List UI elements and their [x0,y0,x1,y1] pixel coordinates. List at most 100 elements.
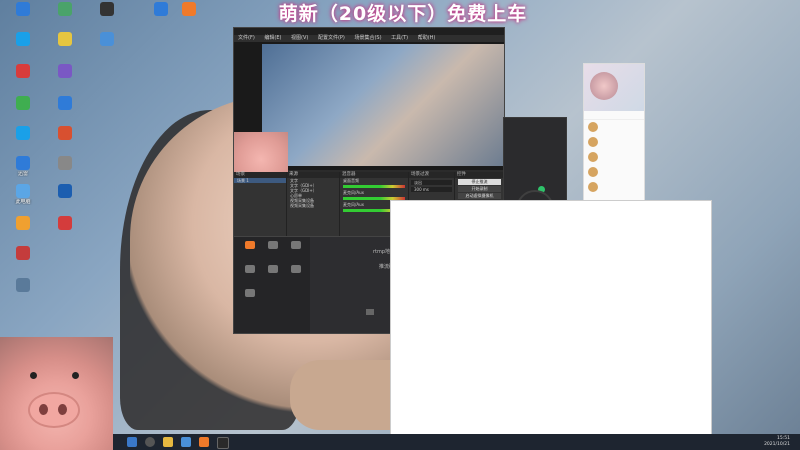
app-icon [58,32,72,46]
nav-icon [245,265,255,273]
desktop-icon[interactable] [4,62,42,92]
folder-icon[interactable] [163,437,173,447]
avatar [588,167,598,177]
app-icon [16,126,30,140]
desktop-icon[interactable]: 迅雷 [4,154,42,184]
menu-help[interactable]: 帮助(H) [418,35,436,41]
desktop-icon[interactable] [88,0,126,30]
avatar [588,152,598,162]
menu-profile[interactable]: 配置文件(P) [318,35,345,41]
avatar [588,137,598,147]
start-icon[interactable] [127,437,137,447]
nav-item[interactable] [284,241,308,250]
chat-item[interactable] [584,150,644,165]
desktop-icon[interactable] [46,214,84,244]
nav-item[interactable] [238,241,262,250]
menu-edit[interactable]: 编辑(E) [264,35,281,41]
list-item[interactable] [417,331,477,342]
avatar [588,182,598,192]
avatar[interactable] [590,72,618,100]
desktop-icon[interactable] [46,124,84,154]
nav-item[interactable] [238,265,262,274]
stream-app-icon[interactable] [199,437,209,447]
app-icon [16,184,30,198]
chat-tabs[interactable] [584,111,644,120]
mixer-track-label: 麦克风/Aux [343,190,364,195]
desktop-icon[interactable] [46,154,84,184]
menu-scene-collection[interactable]: 场景集合(S) [354,35,381,41]
nav-item[interactable] [284,265,308,274]
clock[interactable]: 15:51 2021/10/21 [764,436,790,448]
transition-select[interactable]: 淡出 [411,180,452,185]
desktop-icon[interactable] [4,244,42,274]
list-item[interactable] [417,364,477,375]
desktop-icon[interactable] [4,0,42,30]
app-icon [100,2,114,16]
virtual-camera-button[interactable]: 启动虚拟摄像机 [458,193,501,199]
list-item[interactable] [417,353,477,364]
obs-preview[interactable] [234,42,504,182]
browser-icon[interactable] [181,437,191,447]
list-item[interactable] [417,342,477,353]
nav-item[interactable] [238,289,262,298]
pig-eye [72,372,79,379]
chat-item[interactable] [584,165,644,180]
chat-item[interactable] [584,180,644,195]
desktop-icon[interactable] [46,94,84,124]
webcam-overlay [0,337,113,450]
desktop-icon[interactable] [46,62,84,92]
menu-tools[interactable]: 工具(T) [391,35,408,41]
desktop-icon-label: 此电脑 [15,199,31,205]
duration-input[interactable]: 300 ms [411,187,452,192]
obs-title-bar[interactable] [234,28,504,35]
app-icon [58,184,72,198]
app-icon [58,216,72,230]
scenes-panel: 场景 场景 1 [234,172,287,244]
list-item[interactable] [417,419,477,430]
desktop-icon[interactable]: 此电脑 [4,182,42,212]
desktop-icon-label: 迅雷 [17,171,28,177]
obs-icon[interactable] [217,437,229,449]
nav-item[interactable] [261,265,285,274]
preview-scene [262,44,504,166]
list-item[interactable] [417,397,477,408]
avatar [588,122,598,132]
tool-button[interactable] [360,309,380,316]
stop-stream-button[interactable]: 停止推流 [458,179,501,185]
app-icon [16,64,30,78]
app-icon [154,2,168,16]
search-icon[interactable] [145,437,155,447]
nav-icon [245,289,255,297]
desktop-icon[interactable] [4,30,42,60]
app-icon [16,2,30,16]
list-item[interactable] [417,386,477,397]
desktop-icon[interactable] [4,94,42,124]
desktop-icon[interactable] [4,214,42,244]
volume-meter[interactable] [343,185,405,188]
desktop-icon[interactable] [170,0,208,30]
controls-header: 控件 [455,172,504,178]
taskbar: 15:51 2021/10/21 [113,434,800,450]
list-item[interactable] [417,375,477,386]
list-item[interactable] [417,408,477,419]
desktop-icon[interactable] [46,0,84,30]
menu-file[interactable]: 文件(F) [238,35,255,41]
start-recording-button[interactable]: 开始录制 [458,186,501,192]
desktop-icon[interactable] [4,124,42,154]
desktop-icon[interactable] [4,276,42,306]
app-icon [16,32,30,46]
desktop-icon[interactable] [46,30,84,60]
desktop-icon[interactable] [46,182,84,212]
nav-item[interactable] [261,241,285,250]
chat-item[interactable] [584,135,644,150]
app-icon [16,246,30,260]
clock-date: 2021/10/21 [764,442,790,447]
source-item[interactable]: 视频采集设备 [287,203,339,208]
menu-view[interactable]: 视图(V) [291,35,308,41]
app-icon [58,126,72,140]
desktop-icon[interactable] [88,30,126,60]
chat-item[interactable] [584,120,644,135]
scene-item[interactable]: 场景 1 [234,178,286,183]
